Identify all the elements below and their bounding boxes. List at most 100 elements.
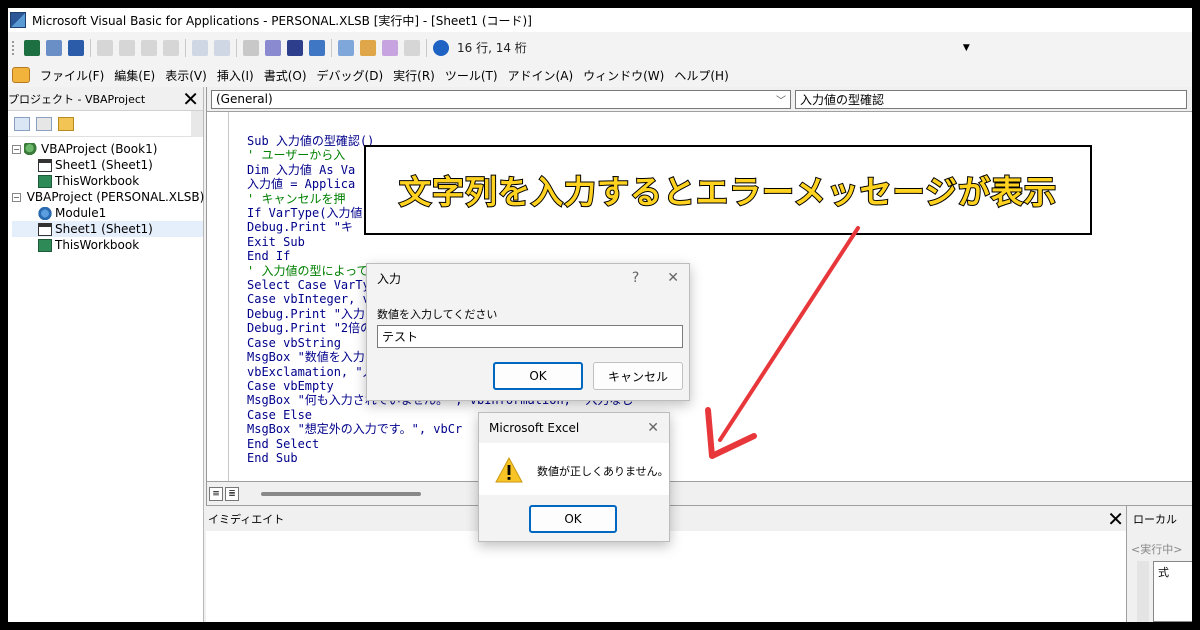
undo-icon[interactable] bbox=[192, 39, 208, 56]
tree-item[interactable]: − VBAProject (Book1) bbox=[12, 141, 203, 157]
cut-icon[interactable] bbox=[97, 39, 113, 56]
vba-menu-icon[interactable] bbox=[12, 67, 30, 83]
project-scrollbar[interactable] bbox=[191, 111, 203, 137]
tree-item-label: ThisWorkbook bbox=[55, 174, 140, 188]
code-combos: (General) ﹀ 入力値の型確認 bbox=[207, 87, 1192, 111]
collapse-icon[interactable]: − bbox=[12, 192, 21, 202]
input-field[interactable]: テスト bbox=[377, 325, 683, 348]
sheet-icon bbox=[38, 222, 52, 236]
close-icon[interactable]: ✕ bbox=[1107, 509, 1124, 529]
menu-addins[interactable]: アドイン(A) bbox=[508, 67, 574, 84]
help-icon[interactable]: ? bbox=[632, 270, 639, 286]
project-explorer: プロジェクト - VBAProject ✕ − VBAProject (Book… bbox=[8, 87, 204, 622]
ok-button[interactable]: OK bbox=[529, 505, 617, 533]
reset-icon[interactable] bbox=[287, 39, 303, 56]
tree-item[interactable]: ThisWorkbook bbox=[12, 173, 203, 189]
toggle-folders-icon[interactable] bbox=[58, 116, 74, 131]
menu-tools[interactable]: ツール(T) bbox=[445, 67, 498, 84]
toolbar-separator bbox=[185, 38, 186, 57]
project-explorer-toolbar bbox=[8, 111, 203, 137]
menu-view[interactable]: 表示(V) bbox=[165, 67, 207, 84]
menu-window[interactable]: ウィンドウ(W) bbox=[583, 67, 664, 84]
menu-bar: ファイル(F) 編集(E) 表示(V) 挿入(I) 書式(O) デバッグ(D) … bbox=[8, 63, 1192, 87]
code-line[interactable]: Exit Sub bbox=[247, 235, 682, 249]
menu-debug[interactable]: デバッグ(D) bbox=[317, 67, 384, 84]
code-line[interactable]: End If bbox=[247, 249, 682, 263]
locals-header: ローカル bbox=[1127, 505, 1192, 531]
tree-item-selected[interactable]: Sheet1 (Sheet1) bbox=[12, 221, 203, 237]
tree-item-label: Sheet1 (Sheet1) bbox=[55, 158, 153, 172]
vba-app-icon bbox=[10, 12, 26, 28]
help-icon[interactable] bbox=[433, 39, 449, 56]
menu-insert[interactable]: 挿入(I) bbox=[217, 67, 254, 84]
toolbar-separator bbox=[236, 38, 237, 57]
code-footer: ≡ ≣ bbox=[207, 481, 1192, 505]
excel-icon[interactable] bbox=[24, 39, 40, 56]
tree-item[interactable]: − VBAProject (PERSONAL.XLSB) bbox=[12, 189, 205, 205]
locals-grid[interactable]: 式 bbox=[1153, 561, 1192, 622]
redo-icon[interactable] bbox=[214, 39, 230, 56]
properties-icon[interactable] bbox=[360, 39, 376, 56]
project-tree: − VBAProject (Book1) Sheet1 (Sheet1) Thi… bbox=[8, 137, 205, 253]
project-icon bbox=[24, 142, 38, 156]
tree-item-label: VBAProject (PERSONAL.XLSB) bbox=[26, 190, 205, 204]
tree-item[interactable]: Sheet1 (Sheet1) bbox=[12, 157, 203, 173]
view-code-icon[interactable] bbox=[14, 116, 30, 131]
menu-format[interactable]: 書式(O) bbox=[264, 67, 307, 84]
tree-item[interactable]: Module1 bbox=[12, 205, 203, 221]
locals-status: <実行中> bbox=[1131, 543, 1183, 556]
horizontal-scrollbar[interactable] bbox=[261, 491, 421, 496]
message-dialog: Microsoft Excel ✕ 数値が正しくありません。 OK bbox=[478, 412, 670, 542]
close-icon[interactable]: ✕ bbox=[667, 270, 679, 286]
toolbox-icon[interactable] bbox=[404, 39, 420, 56]
code-gutter[interactable] bbox=[207, 112, 229, 481]
collapse-icon[interactable]: − bbox=[12, 144, 21, 154]
locals-scrollbar[interactable] bbox=[1137, 561, 1149, 622]
save-icon[interactable] bbox=[68, 39, 84, 56]
project-explorer-title: プロジェクト - VBAProject bbox=[8, 92, 146, 106]
standard-toolbar: 16 行, 14 桁 ▼ bbox=[8, 32, 1192, 63]
view-object-icon[interactable] bbox=[36, 116, 52, 131]
procedure-dropdown[interactable]: 入力値の型確認 bbox=[795, 89, 1187, 109]
tree-item-label: VBAProject (Book1) bbox=[41, 142, 158, 156]
input-prompt: 数値を入力してください bbox=[377, 308, 498, 321]
tree-item[interactable]: ThisWorkbook bbox=[12, 237, 203, 253]
locals-title: ローカル bbox=[1133, 512, 1177, 526]
warning-icon bbox=[495, 457, 523, 483]
project-explorer-icon[interactable] bbox=[338, 39, 354, 56]
menu-run[interactable]: 実行(R) bbox=[393, 67, 435, 84]
arrow-shaft bbox=[718, 226, 860, 442]
toolbar-overflow-icon[interactable]: ▼ bbox=[963, 43, 970, 53]
annotation-callout: 文字列を入力するとエラーメッセージが表示 bbox=[364, 145, 1092, 235]
cancel-button[interactable]: キャンセル bbox=[593, 362, 683, 390]
project-explorer-header: プロジェクト - VBAProject ✕ bbox=[8, 87, 203, 111]
screenshot-frame: Microsoft Visual Basic for Applications … bbox=[0, 0, 1200, 630]
close-icon[interactable]: ✕ bbox=[647, 420, 659, 436]
insert-form-icon[interactable] bbox=[46, 39, 62, 56]
toolbar-separator bbox=[90, 38, 91, 57]
callout-text: 文字列を入力するとエラーメッセージが表示 bbox=[398, 172, 1058, 212]
find-icon[interactable] bbox=[163, 39, 179, 56]
message-dialog-title: Microsoft Excel bbox=[489, 421, 580, 435]
paste-icon[interactable] bbox=[141, 39, 157, 56]
object-dropdown-value: (General) bbox=[216, 92, 273, 106]
message-body: 数値が正しくありません。 bbox=[479, 443, 669, 495]
object-dropdown[interactable]: (General) ﹀ bbox=[211, 89, 791, 109]
menu-file[interactable]: ファイル(F) bbox=[40, 67, 104, 84]
copy-icon[interactable] bbox=[119, 39, 135, 56]
title-bar: Microsoft Visual Basic for Applications … bbox=[8, 8, 1192, 32]
close-icon[interactable]: ✕ bbox=[182, 89, 199, 109]
run-icon[interactable] bbox=[243, 39, 259, 56]
menu-help[interactable]: ヘルプ(H) bbox=[674, 67, 728, 84]
design-mode-icon[interactable] bbox=[309, 39, 325, 56]
break-icon[interactable] bbox=[265, 39, 281, 56]
object-browser-icon[interactable] bbox=[382, 39, 398, 56]
sheet-icon bbox=[38, 158, 52, 172]
toolbar-grip[interactable] bbox=[12, 40, 18, 55]
procedure-view-icon[interactable]: ≡ bbox=[209, 486, 223, 501]
menu-edit[interactable]: 編集(E) bbox=[114, 67, 155, 84]
chevron-down-icon[interactable]: ﹀ bbox=[776, 92, 786, 107]
full-module-view-icon[interactable]: ≣ bbox=[225, 486, 239, 501]
cursor-position: 16 行, 14 桁 bbox=[457, 41, 527, 55]
ok-button[interactable]: OK bbox=[493, 362, 583, 390]
